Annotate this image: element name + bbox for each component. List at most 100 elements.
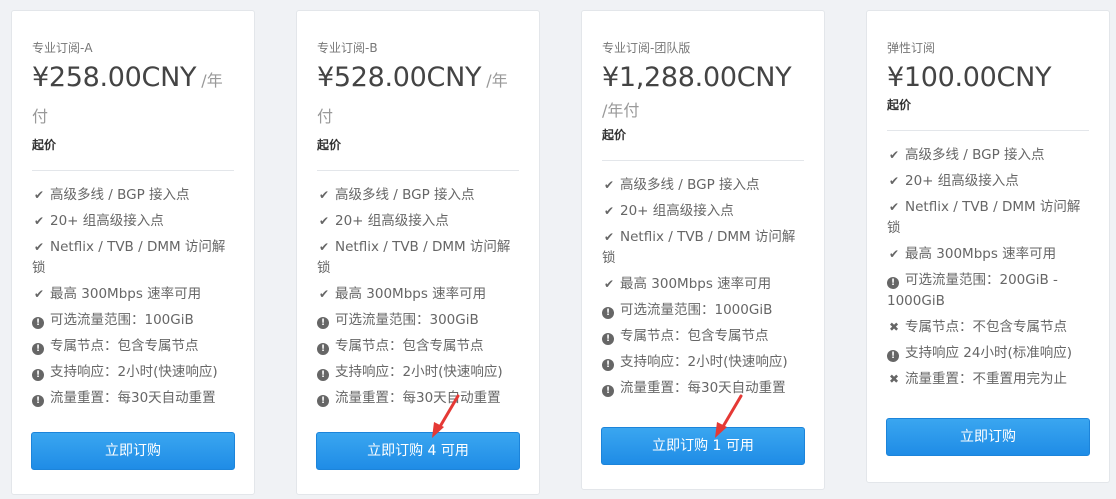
feature-text: 支持响应：2小时(快速响应)	[50, 364, 218, 380]
info-icon: !	[317, 317, 329, 329]
info-icon: !	[32, 343, 44, 355]
price-unit-wrap: 付	[317, 107, 334, 126]
feature-text: 可选流量范围：100GiB	[50, 312, 194, 328]
feature-text: 20+ 组高级接入点	[50, 213, 164, 229]
feature-item: ! 专属节点：包含专属节点	[602, 326, 807, 347]
plan-card-b: 专业订阅-B ¥528.00CNY /年 付 起价 ✔ 高级多线 / BGP 接入…	[296, 10, 540, 495]
feature-text: Netflix / TVB / DMM 访问解锁	[887, 199, 1081, 236]
check-icon: ✔	[603, 230, 615, 244]
feature-item: ✔ 20+ 组高级接入点	[32, 211, 237, 232]
feature-text: 20+ 组高级接入点	[335, 213, 449, 229]
check-icon: ✔	[603, 178, 615, 192]
feature-item: ✔ 20+ 组高级接入点	[317, 211, 522, 232]
feature-item: ✔ 最高 300Mbps 速率可用	[32, 284, 237, 305]
check-icon: ✔	[318, 287, 330, 301]
check-icon: ✔	[603, 277, 615, 291]
check-icon: ✔	[888, 247, 900, 261]
feature-item: ! 支持响应：2小时(快速响应)	[32, 362, 237, 383]
divider	[32, 170, 234, 171]
feature-item: ! 专属节点：包含专属节点	[32, 336, 237, 357]
feature-item: ! 支持响应：2小时(快速响应)	[317, 362, 522, 383]
times-icon: ✖	[888, 372, 900, 386]
feature-text: 支持响应：2小时(快速响应)	[335, 364, 503, 380]
plan-card-team: 专业订阅-团队版 ¥1,288.00CNY /年付 起价 ✔ 高级多线 / BGP…	[581, 10, 825, 490]
order-button[interactable]: 立即订购 1 可用	[601, 427, 805, 465]
price-unit: /年	[201, 71, 223, 90]
feature-item: ✔ 高级多线 / BGP 接入点	[32, 185, 237, 206]
feature-item: ! 流量重置：每30天自动重置	[602, 378, 807, 399]
plan-price: ¥528.00CNY	[317, 62, 482, 93]
info-icon: !	[317, 343, 329, 355]
feature-text: 专属节点：包含专属节点	[335, 338, 484, 354]
info-icon: !	[32, 369, 44, 381]
feature-item: ! 可选流量范围：200GiB - 1000GiB	[887, 270, 1092, 312]
feature-item: ✔ Netflix / TVB / DMM 访问解锁	[32, 237, 237, 279]
info-icon: !	[317, 369, 329, 381]
feature-text: 20+ 组高级接入点	[905, 173, 1019, 189]
starting-price-label: 起价	[317, 138, 342, 152]
order-button[interactable]: 立即订购 4 可用	[316, 432, 520, 470]
plan-price: ¥1,288.00CNY	[602, 62, 792, 93]
feature-text: 专属节点：不包含专属节点	[905, 319, 1067, 335]
feature-item: ! 可选流量范围：100GiB	[32, 310, 237, 331]
feature-text: 可选流量范围：1000GiB	[620, 302, 773, 318]
order-button[interactable]: 立即订购	[31, 432, 235, 470]
check-icon: ✔	[603, 204, 615, 218]
starting-price-label: 起价	[32, 138, 57, 152]
feature-item: ! 专属节点：包含专属节点	[317, 336, 522, 357]
check-icon: ✔	[318, 188, 330, 202]
plan-card-elastic: 弹性订阅 ¥100.00CNY 起价 ✔ 高级多线 / BGP 接入点 ✔ 20+ 组…	[866, 10, 1110, 483]
feature-text: 流量重置：不重置用完为止	[905, 371, 1067, 387]
price-unit-wrap: /年付	[602, 101, 640, 120]
feature-text: 高级多线 / BGP 接入点	[620, 177, 760, 193]
feature-text: Netflix / TVB / DMM 访问解锁	[602, 229, 796, 266]
feature-item: ✔ 高级多线 / BGP 接入点	[602, 175, 807, 196]
plan-price: ¥258.00CNY	[32, 62, 197, 93]
feature-item: ✔ 最高 300Mbps 速率可用	[602, 274, 807, 295]
divider	[602, 160, 804, 161]
feature-item: ✔ Netflix / TVB / DMM 访问解锁	[317, 237, 522, 279]
feature-text: 流量重置：每30天自动重置	[335, 390, 501, 406]
feature-item: ✔ 最高 300Mbps 速率可用	[887, 244, 1092, 265]
feature-list: ✔ 高级多线 / BGP 接入点 ✔ 20+ 组高级接入点 ✔ Netflix / TVB…	[317, 185, 522, 409]
info-icon: !	[317, 395, 329, 407]
check-icon: ✔	[318, 214, 330, 228]
feature-text: 可选流量范围：200GiB - 1000GiB	[887, 272, 1058, 309]
divider	[317, 170, 519, 171]
feature-text: Netflix / TVB / DMM 访问解锁	[317, 239, 511, 276]
info-icon: !	[32, 395, 44, 407]
feature-text: 高级多线 / BGP 接入点	[50, 187, 190, 203]
plan-name: 弹性订阅	[887, 41, 936, 55]
plan-name: 专业订阅-B	[317, 41, 378, 55]
order-button[interactable]: 立即订购	[886, 418, 1090, 456]
feature-text: 专属节点：包含专属节点	[50, 338, 199, 354]
feature-item: ! 可选流量范围：1000GiB	[602, 300, 807, 321]
feature-text: 最高 300Mbps 速率可用	[905, 246, 1057, 262]
feature-item: ! 可选流量范围：300GiB	[317, 310, 522, 331]
feature-text: 最高 300Mbps 速率可用	[335, 286, 487, 302]
feature-text: 高级多线 / BGP 接入点	[335, 187, 475, 203]
check-icon: ✔	[888, 174, 900, 188]
feature-item: ✔ 20+ 组高级接入点	[887, 171, 1092, 192]
check-icon: ✔	[33, 188, 45, 202]
feature-text: 20+ 组高级接入点	[620, 203, 734, 219]
feature-text: 可选流量范围：300GiB	[335, 312, 479, 328]
feature-item: ! 流量重置：每30天自动重置	[317, 388, 522, 409]
plan-price: ¥100.00CNY	[887, 62, 1052, 93]
feature-text: 支持响应 24小时(标准响应)	[905, 345, 1073, 361]
info-icon: !	[602, 307, 614, 319]
feature-item: ✔ Netflix / TVB / DMM 访问解锁	[887, 197, 1092, 239]
info-icon: !	[602, 333, 614, 345]
check-icon: ✔	[888, 200, 900, 214]
info-icon: !	[602, 385, 614, 397]
check-icon: ✔	[318, 240, 330, 254]
feature-list: ✔ 高级多线 / BGP 接入点 ✔ 20+ 组高级接入点 ✔ Netflix / TVB…	[32, 185, 237, 409]
price-unit: /年	[486, 71, 508, 90]
feature-list: ✔ 高级多线 / BGP 接入点 ✔ 20+ 组高级接入点 ✔ Netflix / TVB…	[602, 175, 807, 399]
plan-name: 专业订阅-团队版	[602, 41, 691, 55]
feature-text: 最高 300Mbps 速率可用	[620, 276, 772, 292]
feature-item: ✔ 最高 300Mbps 速率可用	[317, 284, 522, 305]
check-icon: ✔	[33, 214, 45, 228]
feature-list: ✔ 高级多线 / BGP 接入点 ✔ 20+ 组高级接入点 ✔ Netflix / TVB…	[887, 145, 1092, 390]
feature-text: 支持响应：2小时(快速响应)	[620, 354, 788, 370]
